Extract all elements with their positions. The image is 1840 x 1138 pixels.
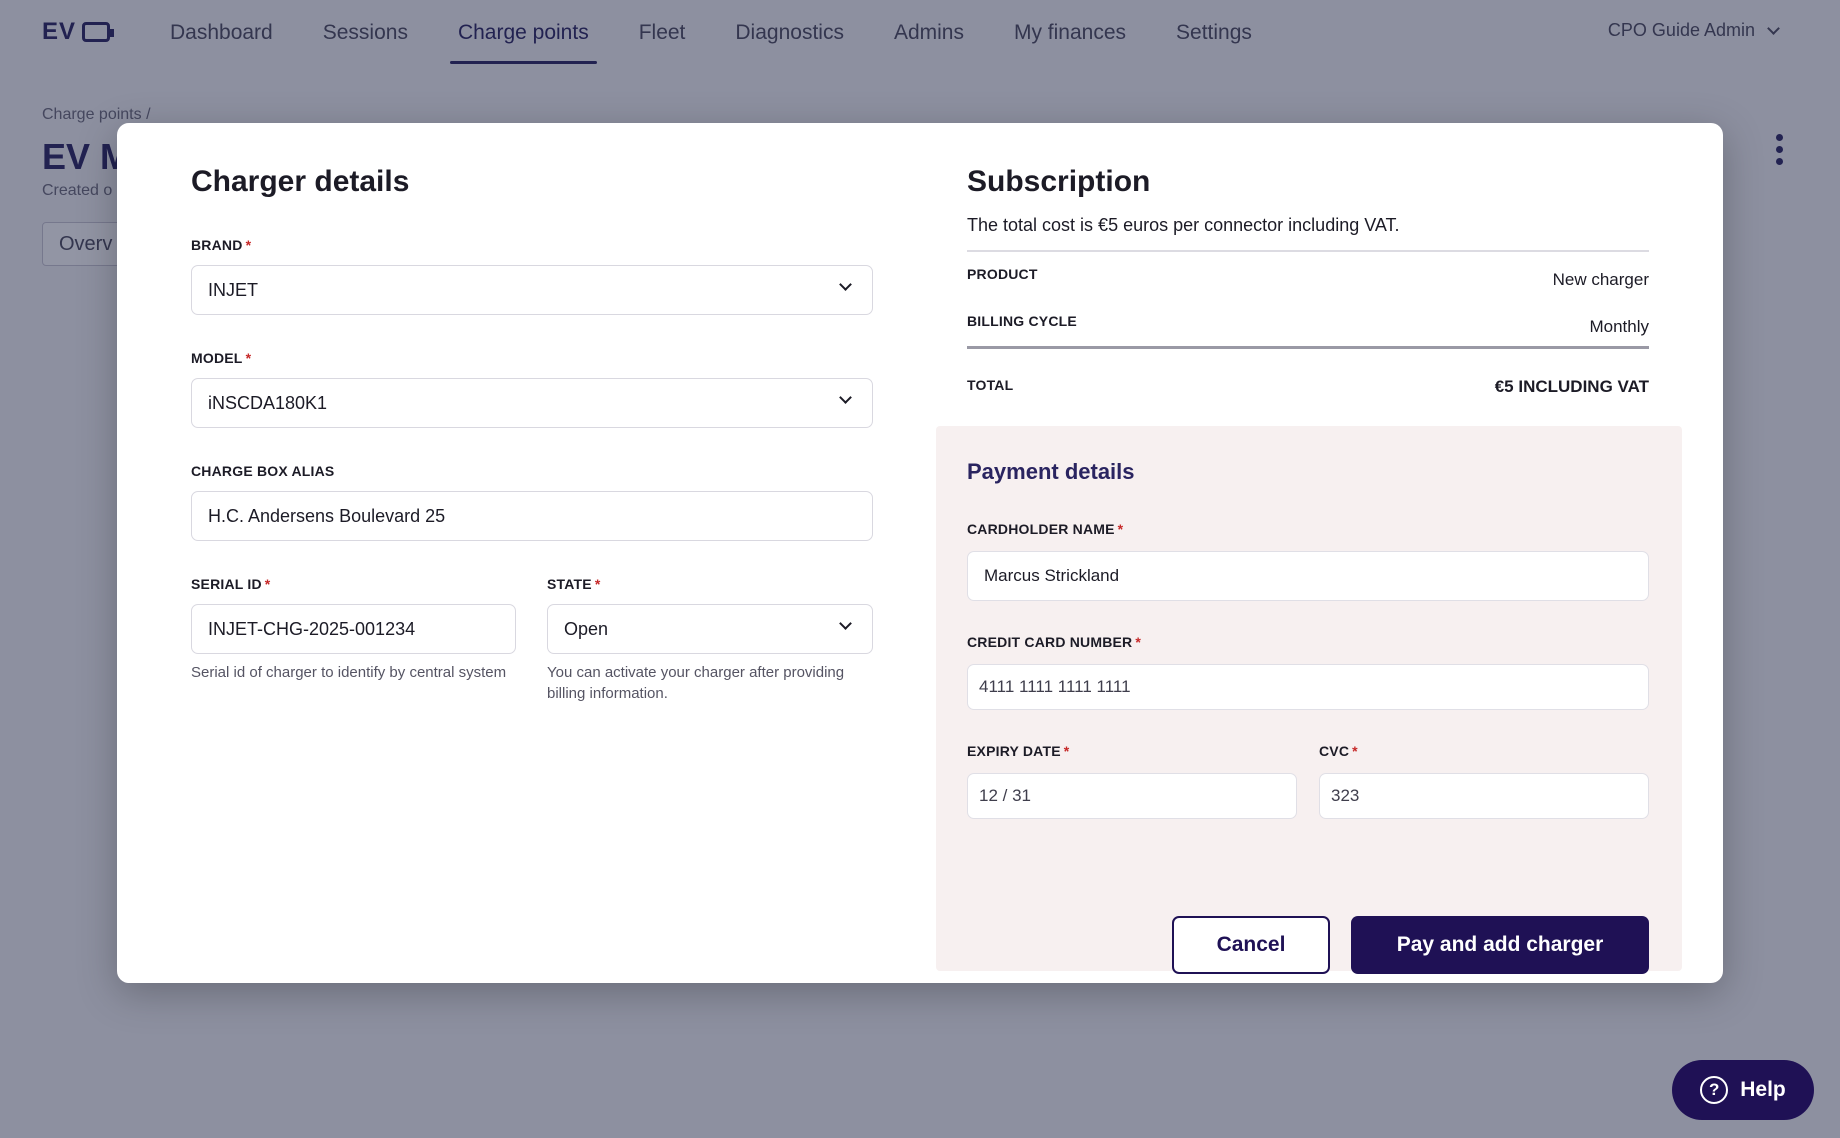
- cvc-field: CVC * 323: [1319, 743, 1649, 819]
- expiry-label: EXPIRY DATE: [967, 743, 1061, 759]
- alias-label: CHARGE BOX ALIAS: [191, 463, 335, 479]
- card-number-field: CREDIT CARD NUMBER * 4111 1111 1111 1111: [967, 634, 1649, 710]
- cvc-label: CVC: [1319, 743, 1350, 759]
- model-select[interactable]: iNSCDA180K1: [191, 378, 873, 428]
- subscription-row-product: PRODUCT New charger: [967, 252, 1649, 299]
- model-label: MODEL: [191, 350, 243, 366]
- cardholder-label: CARDHOLDER NAME: [967, 521, 1115, 537]
- alias-input[interactable]: H.C. Andersens Boulevard 25: [191, 491, 873, 541]
- chevron-down-icon: [839, 617, 852, 630]
- required-mark: *: [594, 576, 601, 592]
- brand-field: BRAND * INJET: [191, 237, 873, 315]
- pay-and-add-charger-button[interactable]: Pay and add charger: [1351, 916, 1649, 974]
- charger-details-heading: Charger details: [191, 165, 410, 198]
- chevron-down-icon: [839, 391, 852, 404]
- brand-value: INJET: [208, 279, 259, 300]
- required-mark: *: [245, 350, 252, 366]
- state-value: Open: [564, 618, 609, 639]
- subscription-row-billing-cycle: BILLING CYCLE Monthly: [967, 299, 1649, 349]
- required-mark: *: [1352, 743, 1358, 759]
- required-mark: *: [1117, 521, 1124, 537]
- cardholder-value: Marcus Strickland: [984, 566, 1120, 585]
- brand-label: BRAND: [191, 237, 243, 253]
- subscription-total-row: TOTAL €5 INCLUDING VAT: [967, 349, 1649, 397]
- serial-field: SERIAL ID * INJET-CHG-2025-001234 Serial …: [191, 576, 516, 683]
- alias-field: CHARGE BOX ALIAS H.C. Andersens Boulevar…: [191, 463, 873, 541]
- subscription-section: Subscription The total cost is €5 euros …: [967, 165, 1649, 397]
- chevron-down-icon: [839, 278, 852, 291]
- model-field: MODEL * iNSCDA180K1: [191, 350, 873, 428]
- expiry-value: 12 / 31: [979, 786, 1031, 805]
- product-value: New charger: [1552, 270, 1649, 289]
- subscription-heading: Subscription: [967, 165, 1151, 198]
- help-button[interactable]: ? Help: [1672, 1060, 1814, 1120]
- required-mark: *: [1135, 634, 1142, 650]
- brand-select[interactable]: INJET: [191, 265, 873, 315]
- model-value: iNSCDA180K1: [208, 392, 328, 413]
- serial-hint: Serial id of charger to identify by cent…: [191, 664, 507, 681]
- charger-details-section: Charger details BRAND * INJET MODEL * iNSC…: [191, 165, 873, 702]
- cvc-value: 323: [1331, 786, 1360, 805]
- cancel-button[interactable]: Cancel: [1172, 916, 1330, 974]
- serial-value: INJET-CHG-2025-001234: [208, 618, 416, 639]
- required-mark: *: [1063, 743, 1070, 759]
- required-mark: *: [245, 237, 252, 253]
- card-number-input[interactable]: 4111 1111 1111 1111: [967, 664, 1649, 710]
- serial-input[interactable]: INJET-CHG-2025-001234: [191, 604, 516, 654]
- state-hint: You can activate your charger after prov…: [547, 664, 845, 702]
- billing-cycle-label: BILLING CYCLE: [967, 313, 1077, 329]
- billing-cycle-value: Monthly: [1589, 317, 1649, 336]
- total-label: TOTAL: [967, 377, 1014, 393]
- cvc-input[interactable]: 323: [1319, 773, 1649, 819]
- total-value: €5 INCLUDING VAT: [1494, 377, 1649, 396]
- payment-details-heading: Payment details: [967, 459, 1135, 484]
- state-select[interactable]: Open: [547, 604, 873, 654]
- payment-details-panel: Payment details CARDHOLDER NAME * Marcus …: [936, 426, 1682, 974]
- expiry-field: EXPIRY DATE * 12 / 31: [967, 743, 1297, 819]
- question-icon: ?: [1700, 1076, 1729, 1104]
- subscription-table: PRODUCT New charger BILLING CYCLE Monthl…: [967, 250, 1649, 397]
- required-mark: *: [264, 576, 271, 592]
- state-label: STATE: [547, 576, 592, 592]
- subscription-description: The total cost is €5 euros per connector…: [967, 215, 1400, 235]
- cardholder-field: CARDHOLDER NAME * Marcus Strickland: [967, 521, 1649, 601]
- cardholder-input[interactable]: Marcus Strickland: [967, 551, 1649, 601]
- card-number-value: 4111 1111 1111 1111: [979, 677, 1131, 696]
- alias-value: H.C. Andersens Boulevard 25: [208, 505, 446, 526]
- product-label: PRODUCT: [967, 266, 1038, 282]
- state-field: STATE * Open You can activate your charge…: [547, 576, 873, 704]
- serial-label: SERIAL ID: [191, 576, 262, 592]
- expiry-input[interactable]: 12 / 31: [967, 773, 1297, 819]
- card-number-label: CREDIT CARD NUMBER: [967, 634, 1133, 650]
- help-label: Help: [1740, 1078, 1786, 1101]
- add-charger-modal: Charger details BRAND * INJET MODEL * iNSC…: [117, 123, 1723, 983]
